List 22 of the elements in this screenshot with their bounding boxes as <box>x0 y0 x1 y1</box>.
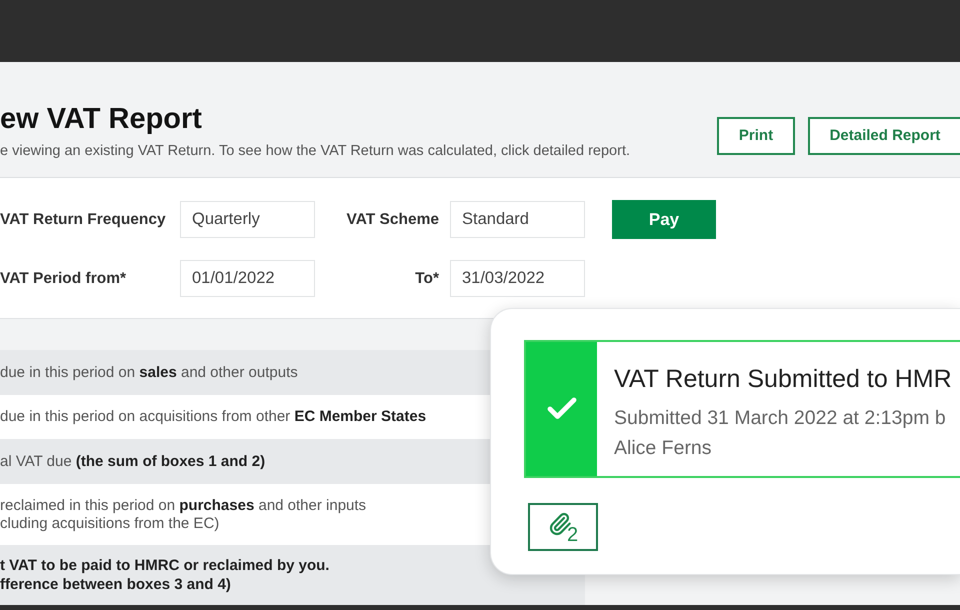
row-description: t VAT to be paid to HMRC or reclaimed by you. fference between boxes 3 and 4) <box>0 556 330 594</box>
page-title: ew VAT Report <box>0 102 203 136</box>
attachments-button[interactable]: 2 <box>528 503 598 551</box>
row-description: due in this period on sales and other outputs <box>0 364 298 382</box>
notification-detail: Submitted 31 March 2022 at 2:13pm b Alice Ferns <box>614 406 947 461</box>
row-description: due in this period on acquisitions from other EC Member States <box>0 408 426 426</box>
detailed-report-button[interactable]: Detailed Report <box>808 117 960 155</box>
input-field[interactable]: 01/01/2022 <box>180 260 315 297</box>
row-description: al VAT due (the sum of boxes 1 and 2) <box>0 452 266 470</box>
check-icon <box>526 342 597 476</box>
row-description: reclaimed in this period on purchases and other inputs cluding acquisitions from the EC) <box>0 496 366 532</box>
print-button[interactable]: Print <box>717 117 795 155</box>
input-field[interactable]: 31/03/2022 <box>450 260 585 297</box>
input-field[interactable]: Standard <box>450 201 585 238</box>
field-label: To* <box>414 268 440 289</box>
notification-title: VAT Return Submitted to HMR <box>614 364 952 394</box>
page-subtitle: e viewing an existing VAT Return. To see how the VAT Return was calculated, click detailed report. <box>0 143 630 160</box>
pay-button[interactable]: Pay <box>612 200 716 239</box>
field-label: VAT Scheme <box>346 210 440 230</box>
field-label: VAT Period from* <box>0 268 128 289</box>
input-field[interactable]: Quarterly <box>180 201 315 238</box>
field-label: VAT Return Frequency <box>0 210 167 230</box>
